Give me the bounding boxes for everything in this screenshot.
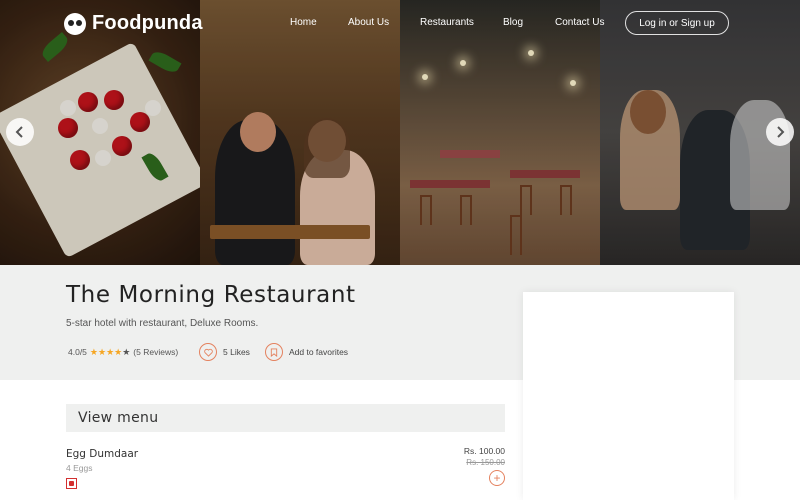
carousel-next-button[interactable] bbox=[766, 118, 794, 146]
add-item-button[interactable]: + bbox=[489, 470, 505, 486]
plus-icon: + bbox=[493, 471, 501, 485]
nav-link-contact-us[interactable]: Contact Us bbox=[555, 17, 615, 28]
nav-link-about-us[interactable]: About Us bbox=[348, 17, 420, 28]
top-navbar: Foodpunda Home About Us Restaurants Blog… bbox=[0, 0, 800, 48]
heart-icon bbox=[199, 343, 217, 361]
brand-name: Foodpunda bbox=[92, 12, 203, 34]
reviews-count[interactable]: (5 Reviews) bbox=[133, 347, 178, 357]
menu-item-old-price: Rs. 150.00 bbox=[466, 458, 505, 467]
nav-link-restaurants[interactable]: Restaurants bbox=[420, 17, 503, 28]
star-icon: ★ bbox=[114, 346, 123, 357]
star-icon: ★ bbox=[89, 346, 98, 357]
brand-logo[interactable]: Foodpunda bbox=[64, 12, 203, 35]
nav-link-home[interactable]: Home bbox=[290, 17, 348, 28]
panda-logo-icon bbox=[64, 12, 86, 35]
chevron-right-icon bbox=[777, 126, 785, 138]
menu-item-price: Rs. 100.00 bbox=[463, 446, 505, 456]
login-signup-button[interactable]: Log in or Sign up bbox=[625, 11, 729, 35]
main-nav: Home About Us Restaurants Blog Contact U… bbox=[290, 17, 615, 28]
rating-stars: ★ ★ ★ ★ ★ bbox=[90, 347, 130, 358]
star-icon: ★ bbox=[97, 346, 107, 357]
rating-summary: 4.0/5 ★ ★ ★ ★ ★ (5 Reviews) bbox=[68, 343, 178, 361]
booking-side-card bbox=[523, 292, 734, 500]
likes-count: 5 Likes bbox=[223, 347, 250, 357]
view-menu-heading: View menu bbox=[66, 404, 505, 432]
restaurant-description: 5-star hotel with restaurant, Deluxe Roo… bbox=[66, 318, 259, 329]
view-menu-title: View menu bbox=[78, 410, 159, 426]
like-button[interactable]: 5 Likes bbox=[199, 343, 250, 361]
menu-item-name: Egg Dumdaar bbox=[66, 448, 139, 460]
nav-link-blog[interactable]: Blog bbox=[503, 17, 555, 28]
menu-item-description: 4 Eggs bbox=[66, 463, 93, 473]
non-veg-indicator-icon bbox=[66, 478, 77, 489]
bookmark-icon bbox=[265, 343, 283, 361]
restaurant-name: The Morning Restaurant bbox=[66, 282, 356, 308]
star-empty-icon: ★ bbox=[122, 346, 131, 357]
chevron-left-icon bbox=[15, 126, 23, 138]
add-to-favorites-label: Add to favorites bbox=[289, 347, 349, 357]
add-to-favorites-button[interactable]: Add to favorites bbox=[265, 343, 348, 361]
rating-score: 4.0/5 bbox=[68, 347, 87, 357]
carousel-prev-button[interactable] bbox=[6, 118, 34, 146]
star-icon: ★ bbox=[106, 346, 115, 357]
